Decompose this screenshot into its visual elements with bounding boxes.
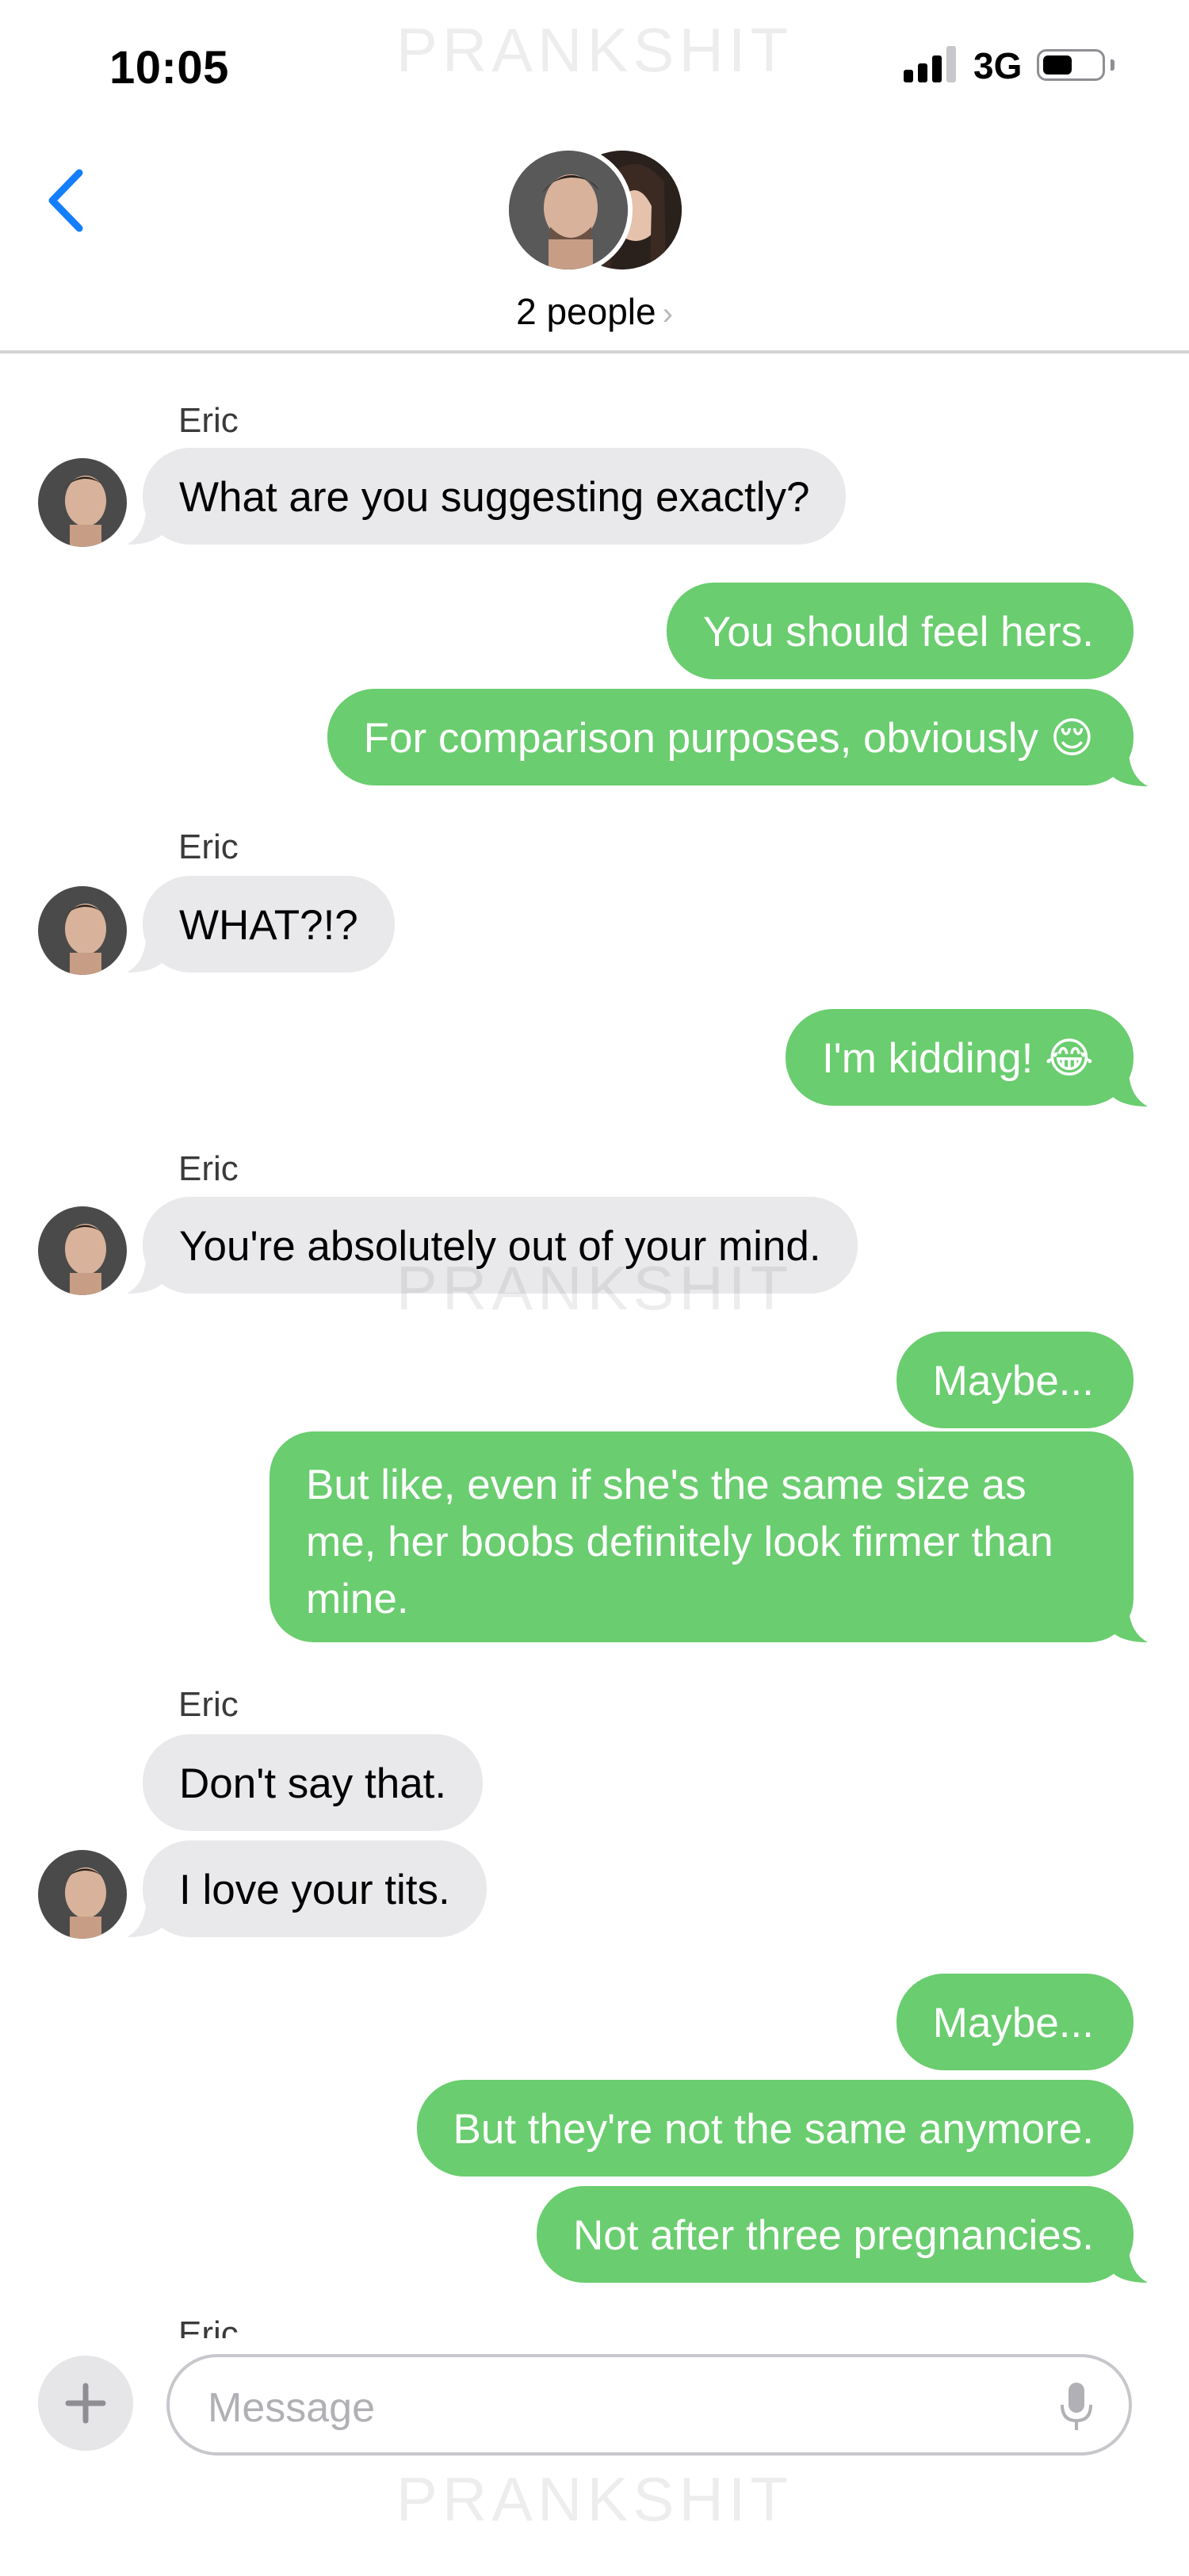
- sender-name: Eric: [178, 401, 239, 440]
- outgoing-message[interactable]: For comparison purposes, obviously 😌: [327, 689, 1134, 785]
- bubble-tail: [1113, 753, 1148, 786]
- outgoing-message[interactable]: Maybe...: [896, 1974, 1134, 2070]
- sender-name-cut-off: Eric: [178, 2314, 239, 2338]
- avatar[interactable]: [38, 1850, 127, 1939]
- bubble-tail: [127, 1904, 162, 1937]
- outgoing-message[interactable]: I'm kidding! 😂: [785, 1009, 1134, 1106]
- avatar[interactable]: [38, 458, 127, 547]
- group-avatar[interactable]: [504, 146, 683, 277]
- bubble-tail: [1113, 2249, 1148, 2283]
- bubble-tail: [1113, 1609, 1148, 1642]
- bubble-tail: [1113, 1073, 1148, 1106]
- incoming-message[interactable]: Don't say that.: [143, 1734, 484, 1831]
- plus-icon: [65, 2383, 106, 2424]
- conversation-title-text: 2 people: [516, 291, 656, 332]
- chevron-right-icon: ›: [662, 296, 673, 331]
- outgoing-message[interactable]: Maybe...: [896, 1332, 1134, 1428]
- sender-name: Eric: [178, 1149, 239, 1188]
- battery-icon: [1037, 49, 1114, 81]
- conversation-title[interactable]: 2 people ›: [0, 290, 1189, 333]
- outgoing-message[interactable]: You should feel hers.: [666, 583, 1134, 679]
- incoming-message[interactable]: WHAT?!?: [143, 876, 395, 973]
- outgoing-message[interactable]: But like, even if she's the same size as…: [270, 1431, 1134, 1642]
- outgoing-message[interactable]: But they're not the same anymore.: [416, 2080, 1134, 2177]
- plus-button[interactable]: [38, 2356, 133, 2451]
- incoming-message[interactable]: What are you suggesting exactly?: [143, 448, 847, 545]
- bubble-tail: [127, 939, 162, 973]
- network-type: 3G: [973, 45, 1023, 86]
- outgoing-message[interactable]: Not after three pregnancies.: [537, 2186, 1134, 2283]
- avatar[interactable]: [38, 886, 127, 975]
- microphone-icon[interactable]: [1059, 2381, 1094, 2432]
- chevron-left-icon: [48, 169, 83, 232]
- message-placeholder: Message: [208, 2385, 375, 2431]
- back-button[interactable]: [38, 165, 101, 236]
- avatar[interactable]: [38, 1206, 127, 1295]
- avatar-man: [504, 146, 633, 274]
- status-time: 10:05: [109, 42, 229, 94]
- incoming-message[interactable]: I love your tits.: [143, 1840, 487, 1937]
- bubble-tail: [127, 1260, 162, 1294]
- message-input[interactable]: Message: [166, 2354, 1132, 2456]
- header-divider: [0, 350, 1189, 354]
- signal-icon: [904, 44, 958, 82]
- incoming-message[interactable]: You're absolutely out of your mind.: [143, 1197, 858, 1294]
- sender-name: Eric: [178, 827, 239, 866]
- bubble-tail: [127, 511, 162, 545]
- sender-name: Eric: [178, 1685, 239, 1724]
